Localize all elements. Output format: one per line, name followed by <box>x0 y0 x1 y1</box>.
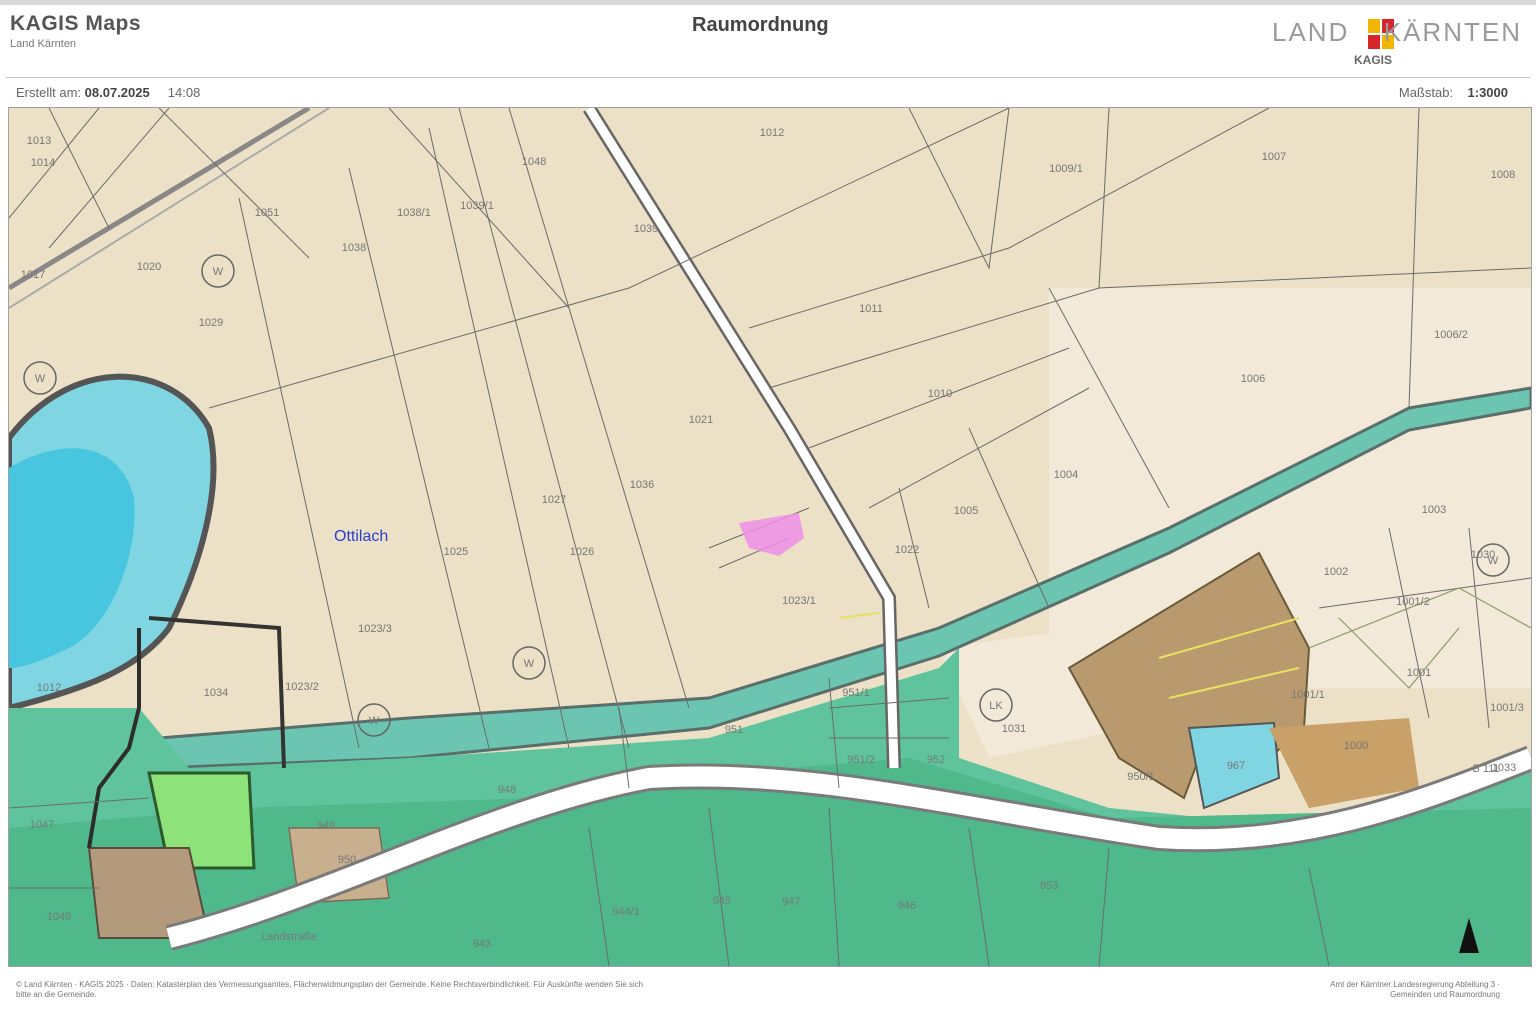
parcel-number: 1038 <box>342 242 366 254</box>
logo-text-right: KÄRNTEN <box>1383 17 1522 47</box>
document-title: Raumordnung <box>692 14 829 36</box>
parcel-number: 1020 <box>137 261 161 273</box>
parcel-number: 950 <box>338 854 356 866</box>
parcel-number: 1001/2 <box>1396 596 1430 608</box>
parcel-number: 953 <box>1040 880 1058 892</box>
app-title: KAGIS Maps <box>10 12 142 35</box>
parcel-number: 1012 <box>37 682 61 694</box>
app-subtitle: Land Kärnten <box>10 38 77 50</box>
parcel-number: 948 <box>498 784 516 796</box>
zoning-symbol-label: W <box>369 715 380 727</box>
parcel-number: 1025 <box>444 546 468 558</box>
print-header: KAGIS Maps Land Kärnten Raumordnung LAND… <box>6 5 1530 78</box>
parcel-number: 1029 <box>199 317 223 329</box>
road-label: B 111 <box>1472 763 1499 775</box>
parcel-number: 1027 <box>542 494 566 506</box>
parcel-number: 944/1 <box>612 906 640 918</box>
place-name: Ottilach <box>334 528 388 545</box>
parcel-number: 1047 <box>30 819 54 831</box>
parcel-number: 1038/1 <box>397 207 431 219</box>
parcel-number: 1012 <box>760 127 784 139</box>
parcel-number: 1005 <box>954 505 978 517</box>
parcel-number: 1004 <box>1054 469 1078 481</box>
parcel-number: 1034 <box>204 687 228 699</box>
parcel-number: 1013 <box>27 135 51 147</box>
parcel-number: 945 <box>713 895 731 907</box>
parcel-number: 943 <box>473 938 491 950</box>
print-footer: © Land Kärnten · KAGIS 2025 · Daten: Kat… <box>6 974 1530 1020</box>
parcel-number: 1030 <box>1471 549 1495 561</box>
parcel-number: 1022 <box>895 544 919 556</box>
map-view[interactable]: W W W W LK W 1013 1014 1017 1051 1048 1012 1038 1038… <box>8 107 1532 967</box>
parcel-number: 1011 <box>859 303 883 315</box>
logo-subtext: KAGIS <box>1354 53 1393 67</box>
carinthia-logo: LAND KÄRNTEN KAGIS <box>1272 15 1522 71</box>
parcel-number: 1031 <box>1002 723 1026 735</box>
parcel-number: 1036 <box>630 479 654 491</box>
parcel-number: 951 <box>725 724 743 736</box>
parcel-number: 1003 <box>1422 504 1446 516</box>
created-date: Erstellt am: 08.07.2025 14:08 <box>16 85 200 100</box>
parcel-number: 949 <box>317 820 335 832</box>
road-label: Landstraße <box>261 931 317 943</box>
footer-agency: Amt der Kärntner Landesregierung Abteilu… <box>1330 980 1500 999</box>
parcel-number: 1001 <box>1407 667 1431 679</box>
parcel-number: 1002 <box>1324 566 1348 578</box>
parcel-number: 1051 <box>255 207 279 219</box>
parcel-number: 1009/1 <box>1049 163 1083 175</box>
parcel-number: 947 <box>782 896 800 908</box>
parcel-number: 1049 <box>47 911 71 923</box>
created-date-label: Erstellt am: <box>16 85 82 100</box>
zoning-map[interactable]: WWWWLKW 10131014101710511048101210381038… <box>9 108 1531 966</box>
parcel-number: 1017 <box>21 269 45 281</box>
created-date-value: 08.07.2025 <box>84 85 150 100</box>
zoning-symbol-label: W <box>213 266 224 278</box>
parcel-number: 967 <box>1227 760 1245 772</box>
zoning-symbol-label: W <box>35 373 46 385</box>
logo-text-left: LAND <box>1272 17 1350 47</box>
parcel-number: 1039/1 <box>460 200 494 212</box>
scale-value: 1:3000 <box>1467 85 1508 100</box>
parcel-number: 1021 <box>689 414 713 426</box>
parcel-number: 950/1 <box>1127 771 1155 783</box>
parcel-number: 1001/3 <box>1490 702 1524 714</box>
parcel-number: 946 <box>898 900 916 912</box>
parcel-number: 1026 <box>570 546 594 558</box>
parcel-number: 1008 <box>1491 169 1515 181</box>
parcel-number: 1039 <box>634 223 658 235</box>
zoning-symbol-label: LK <box>989 700 1003 712</box>
parcel-number: 1023/2 <box>285 681 319 693</box>
parcel-number: 1014 <box>31 157 55 169</box>
parcel-number: 1023/3 <box>358 623 392 635</box>
parcel-number: 1006 <box>1241 373 1265 385</box>
created-time-value: 14:08 <box>167 85 201 100</box>
map-scale: Maßstab: 1:3000 <box>1399 85 1508 100</box>
parcel-number: 1048 <box>522 156 546 168</box>
parcel-number: 951/2 <box>847 754 875 766</box>
scale-label: Maßstab: <box>1398 85 1454 100</box>
parcel-number: 952 <box>927 754 945 766</box>
map-info-bar: Erstellt am: 08.07.2025 14:08 Maßstab: 1… <box>6 82 1530 104</box>
parcel-number: 1023/1 <box>782 595 816 607</box>
parcel-number: 951/1 <box>842 687 870 699</box>
zoning-symbol-label: W <box>524 658 535 670</box>
footer-disclaimer: © Land Kärnten · KAGIS 2025 · Daten: Kat… <box>16 980 644 999</box>
parcel-number: 1001/1 <box>1291 689 1325 701</box>
parcel-number: 1006/2 <box>1434 329 1468 341</box>
parcel-number: 1010 <box>928 388 952 400</box>
parcel-number: 1007 <box>1262 151 1286 163</box>
parcel-number: 1000 <box>1344 740 1368 752</box>
